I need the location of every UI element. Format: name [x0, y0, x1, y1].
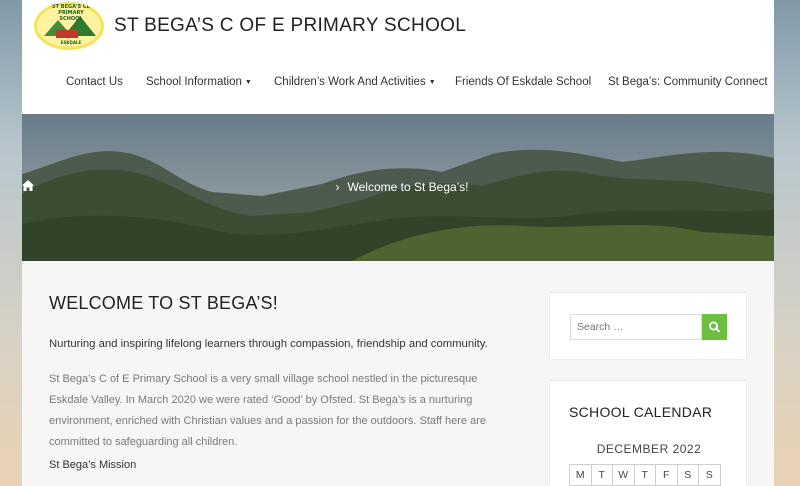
calendar-title: SCHOOL CALENDAR	[569, 404, 713, 420]
main-article: WELCOME TO ST BEGA’S! Nurturing and insp…	[49, 293, 519, 471]
chevron-down-icon: ▼	[428, 79, 436, 86]
weekday-mon: M	[569, 464, 592, 486]
nav-item-community-connect[interactable]: St Bega’s: Community Connect	[608, 76, 768, 88]
search-icon	[709, 321, 720, 333]
breadcrumb: › Welcome to St Bega’s!	[22, 180, 774, 194]
nav-item-label: Friends Of Eskdale School	[455, 76, 592, 88]
calendar-weekday-header: M T W T F S S	[569, 464, 721, 486]
nav-item-childrens-work[interactable]: Children’s Work And Activities ▼	[274, 76, 436, 88]
site-title[interactable]: ST BEGA’S C OF E PRIMARY SCHOOL	[114, 15, 466, 37]
search-input[interactable]	[570, 314, 702, 340]
weekday-tue: T	[590, 464, 613, 486]
logo-subtext: ESKDALE	[60, 40, 82, 45]
page-title: WELCOME TO ST BEGA’S!	[49, 293, 278, 313]
weekday-thu: T	[633, 464, 656, 486]
nav-item-contact-us[interactable]: Contact Us	[66, 76, 123, 88]
weekday-fri: F	[655, 464, 678, 486]
calendar-widget: SCHOOL CALENDAR DECEMBER 2022 M T W T F …	[549, 380, 747, 486]
school-logo[interactable]: ST BEGA'S CE PRIMARY SCHOOL ESKDALE	[34, 2, 104, 50]
page-banner: › Welcome to St Bega’s!	[22, 114, 774, 261]
weekday-sun: S	[698, 464, 721, 486]
intro-paragraph: St Bega’s C of E Primary School is a ver…	[49, 373, 486, 448]
nav-item-label: Children’s Work And Activities	[274, 76, 426, 88]
weekday-wed: W	[612, 464, 635, 486]
breadcrumb-separator: ›	[335, 180, 340, 194]
search-button[interactable]	[702, 314, 727, 340]
nav-item-label: St Bega’s: Community Connect	[608, 76, 768, 88]
mission-heading: St Bega’s Mission	[49, 459, 137, 471]
breadcrumb-current: Welcome to St Bega’s!	[347, 180, 469, 194]
chevron-down-icon: ▼	[244, 79, 252, 86]
logo-text: ST BEGA'S CE PRIMARY SCHOOL	[52, 4, 90, 22]
logo-school-building	[56, 30, 78, 38]
calendar-month: DECEMBER 2022	[596, 442, 702, 456]
main-nav: Contact Us School Information ▼ Children’…	[22, 76, 774, 96]
page: ST BEGA'S CE PRIMARY SCHOOL ESKDALE ST B…	[22, 0, 774, 486]
nav-item-school-information[interactable]: School Information ▼	[146, 76, 252, 88]
nav-item-label: Contact Us	[66, 76, 123, 88]
nav-item-label: School Information	[146, 76, 242, 88]
search-widget	[549, 292, 747, 360]
site-header: ST BEGA'S CE PRIMARY SCHOOL ESKDALE ST B…	[22, 0, 774, 114]
weekday-sat: S	[676, 464, 699, 486]
nav-item-friends-of-eskdale[interactable]: Friends Of Eskdale School	[455, 76, 591, 88]
lead-text: Nurturing and inspiring lifelong learner…	[49, 338, 488, 350]
